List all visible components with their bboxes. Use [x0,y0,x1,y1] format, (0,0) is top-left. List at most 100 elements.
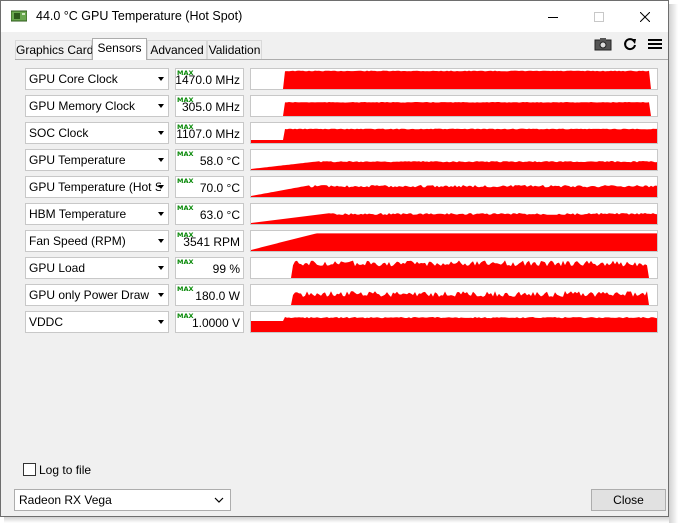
sensor-select[interactable]: GPU Temperature [25,149,169,171]
sensor-value-box[interactable]: MAX 3541 RPM [175,230,244,252]
sensor-graph [250,176,658,198]
sensor-value-box[interactable]: MAX 58.0 °C [175,149,244,171]
sensor-graph-area [251,161,657,170]
sensor-value: 70.0 °C [199,181,240,195]
sensor-graph [250,149,658,171]
minimize-icon [548,16,558,18]
sensor-graph [250,95,658,117]
max-badge: MAX [177,177,194,185]
close-window-button[interactable] [622,1,668,32]
window-shadow-bottom [4,517,669,523]
sensor-graph-area [251,185,657,197]
sensor-graph [250,68,658,90]
chevron-down-icon [158,212,164,216]
sensor-value: 180.0 W [195,289,240,303]
menu-icon [648,39,662,49]
sensor-value: 1.0000 V [191,316,240,330]
sensor-select[interactable]: HBM Temperature [25,203,169,225]
chevron-down-icon [158,185,164,189]
sensor-name: GPU only Power Draw [29,288,150,302]
sensor-value-box[interactable]: MAX 180.0 W [175,284,244,306]
sensor-value-box[interactable]: MAX 1470.0 MHz [175,68,244,90]
sensor-graph-fill [251,260,657,278]
chevron-down-icon [158,104,164,108]
sensor-value-box[interactable]: MAX 99 % [175,257,244,279]
sensor-value: 63.0 °C [199,208,240,222]
sensor-select[interactable]: VDDC [25,311,169,333]
chevron-down-icon [158,293,164,297]
chevron-down-icon [158,158,164,162]
sensor-row: GPU Memory Clock MAX 305.0 MHz [25,95,658,117]
chevron-down-icon [158,266,164,270]
sensor-graph-fill [251,102,657,116]
title-bar: 44.0 °C GPU Temperature (Hot Spot) [1,1,668,32]
maximize-button[interactable] [576,1,622,32]
sensor-graph [250,284,658,306]
close-button[interactable]: Close [591,489,666,511]
gpu-z-window: 44.0 °C GPU Temperature (Hot Spot) Graph… [0,0,669,517]
max-badge: MAX [177,204,194,212]
sensor-graph-area [251,128,657,143]
sensor-select[interactable]: Fan Speed (RPM) [25,230,169,252]
tab-validation[interactable]: Validation [207,40,262,59]
app-gpu-icon [10,9,28,23]
refresh-button[interactable] [620,35,640,53]
sensor-graph-fill [251,233,657,251]
sensor-select[interactable]: GPU Memory Clock [25,95,169,117]
sensor-value-box[interactable]: MAX 63.0 °C [175,203,244,225]
sensor-name: GPU Temperature (Hot Spot) [29,180,161,194]
sensor-name: GPU Temperature [29,153,126,167]
menu-button[interactable] [645,35,665,53]
sensor-graph-fill [251,128,657,143]
sensor-name: VDDC [29,315,64,329]
sensor-row: SOC Clock MAX 1107.0 MHz [25,122,658,144]
sensor-value-box[interactable]: MAX 1107.0 MHz [175,122,244,144]
sensor-graph [250,230,658,252]
sensor-graph-area [251,317,657,332]
sensor-value: 305.0 MHz [181,100,240,114]
chevron-down-icon [158,77,164,81]
sensor-select[interactable]: SOC Clock [25,122,169,144]
sensor-graph [250,203,658,225]
sensor-row: GPU Load MAX 99 % [25,257,658,279]
sensor-value: 1470.0 MHz [175,73,240,87]
gpu-select[interactable]: Radeon RX Vega [14,489,231,511]
sensor-select[interactable]: GPU Load [25,257,169,279]
window-shadow-right [669,4,678,523]
sensor-select[interactable]: GPU Core Clock [25,68,169,90]
sensor-row: Fan Speed (RPM) MAX 3541 RPM [25,230,658,252]
minimize-button[interactable] [530,1,576,32]
log-to-file-label[interactable]: Log to file [39,463,91,477]
sensor-value: 99 % [212,262,240,276]
sensor-value-box[interactable]: MAX 70.0 °C [175,176,244,198]
sensor-graph-area [251,102,657,116]
maximize-icon [594,11,604,22]
sensor-value: 1107.0 MHz [176,127,240,141]
sensor-select[interactable]: GPU Temperature (Hot Spot) [25,176,169,198]
sensor-value-box[interactable]: MAX 305.0 MHz [175,95,244,117]
tab-graphics-card[interactable]: Graphics Card [15,40,93,59]
sensor-graph-area [251,233,657,251]
sensor-name: GPU Core Clock [29,72,118,86]
sensor-graph-area [251,291,657,305]
tab-advanced[interactable]: Advanced [147,40,207,59]
sensor-graph-fill [251,70,657,89]
sensor-graph [250,311,658,333]
sensor-graph-fill [251,185,657,197]
sensor-select[interactable]: GPU only Power Draw [25,284,169,306]
sensor-name: Fan Speed (RPM) [29,234,126,248]
sensor-row: GPU Temperature MAX 58.0 °C [25,149,658,171]
chevron-down-icon [214,497,224,503]
sensor-value: 3541 RPM [183,235,240,249]
screenshot-button[interactable] [593,35,613,53]
sensor-row: HBM Temperature MAX 63.0 °C [25,203,658,225]
log-to-file-checkbox[interactable] [23,463,36,476]
sensor-name: GPU Memory Clock [29,99,136,113]
sensor-name: GPU Load [29,261,86,275]
chevron-down-icon [158,131,164,135]
sensor-value-box[interactable]: MAX 1.0000 V [175,311,244,333]
sensor-row: GPU Core Clock MAX 1470.0 MHz [25,68,658,90]
sensor-graph [250,257,658,279]
tab-sensors[interactable]: Sensors [92,38,147,60]
sensor-graph-area [251,213,657,224]
